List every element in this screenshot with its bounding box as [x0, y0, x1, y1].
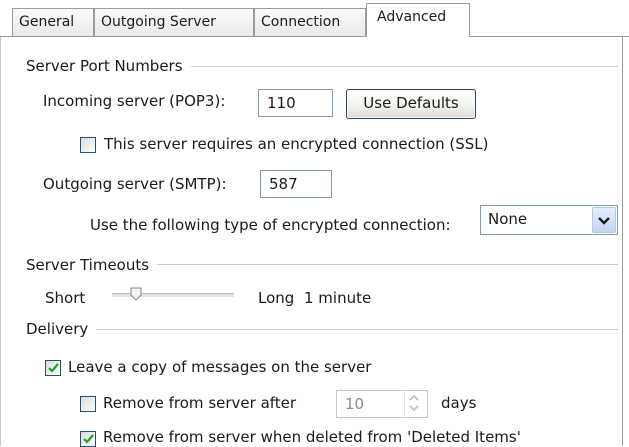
group-heading-server-ports: Server Port Numbers: [26, 57, 191, 75]
tab-advanced[interactable]: Advanced: [366, 3, 470, 37]
group-heading-delivery: Delivery: [26, 320, 97, 338]
outgoing-port-field[interactable]: 587: [260, 170, 332, 198]
ssl-label: This server requires an encrypted connec…: [104, 135, 489, 153]
active-tab-gap: [367, 36, 469, 38]
tab-outgoing-server[interactable]: Outgoing Server: [94, 8, 254, 36]
tab-general[interactable]: General: [12, 8, 94, 36]
incoming-server-label: Incoming server (POP3):: [43, 92, 226, 110]
group-line-delivery: [30, 329, 618, 331]
tab-outgoing-server-label: Outgoing Server: [101, 14, 216, 30]
chevron-down-icon[interactable]: [592, 207, 616, 233]
ssl-checkbox[interactable]: [80, 137, 96, 153]
leave-copy-checkbox[interactable]: [45, 360, 61, 376]
tab-advanced-label: Advanced: [377, 9, 447, 25]
tab-connection[interactable]: Connection: [254, 8, 366, 36]
remove-after-checkbox[interactable]: [80, 396, 96, 412]
tab-general-label: General: [19, 14, 75, 30]
remove-deleted-label: Remove from server when deleted from 'De…: [103, 428, 521, 446]
encryption-type-select[interactable]: None: [480, 205, 618, 235]
timeout-slider-thumb[interactable]: [130, 287, 142, 305]
panel-right-border: [622, 36, 623, 446]
incoming-port-field[interactable]: 110: [258, 89, 333, 117]
checkmark-icon: [48, 363, 59, 373]
timeout-value: 1 minute: [304, 289, 372, 307]
outgoing-server-label: Outgoing server (SMTP):: [43, 175, 227, 193]
days-spinner[interactable]: [404, 390, 424, 418]
use-defaults-button[interactable]: Use Defaults: [346, 89, 476, 119]
checkmark-icon: [83, 434, 94, 444]
leave-copy-label: Leave a copy of messages on the server: [68, 358, 372, 376]
remove-after-days-value: 10: [345, 395, 365, 413]
encryption-type-label: Use the following type of encrypted conn…: [90, 216, 451, 234]
panel-left-border: [0, 36, 1, 446]
tab-strip-border: [0, 36, 629, 37]
timeout-long-label: Long: [258, 289, 295, 307]
timeout-short-label: Short: [45, 289, 86, 307]
remove-after-label: Remove from server after: [103, 394, 297, 412]
remove-deleted-checkbox[interactable]: [80, 431, 96, 447]
tab-connection-label: Connection: [261, 14, 341, 30]
days-label: days: [441, 394, 477, 412]
spinner-arrows-icon: [409, 394, 419, 412]
group-heading-server-timeouts: Server Timeouts: [26, 256, 158, 274]
encryption-type-value: None: [488, 210, 528, 228]
